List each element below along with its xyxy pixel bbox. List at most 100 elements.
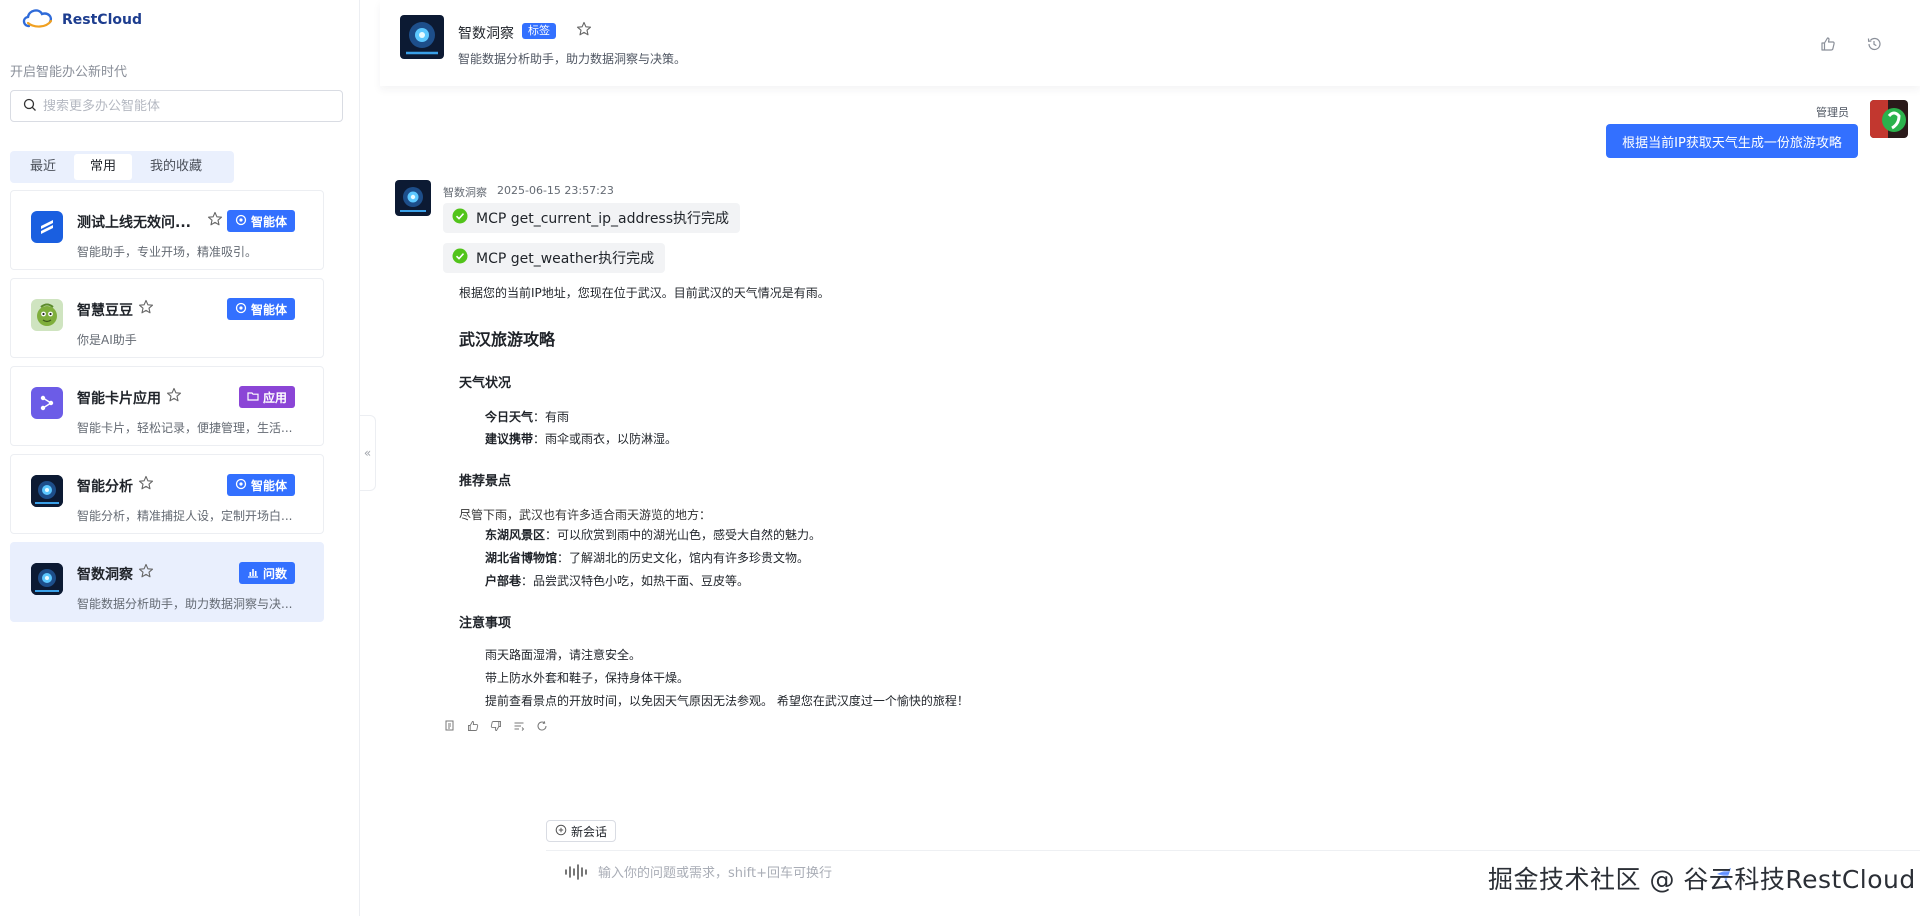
item-text: 品尝武汉特色小吃，如热干面、豆皮等。 [533, 574, 750, 588]
brand-name: RestCloud [62, 12, 142, 28]
agent-desc: 你是AI助手 [77, 333, 137, 347]
new-chat-button[interactable]: 新会话 [546, 820, 617, 842]
tool-call-status[interactable]: MCP get_current_ip_address执行完成 [443, 203, 741, 233]
star-icon[interactable] [207, 211, 223, 231]
sidebar-collapse-button[interactable]: « [360, 415, 376, 491]
list-item: 东湖风景区：可以欣赏到雨中的湖光山色，感受大自然的魅力。 [485, 528, 822, 542]
bot-avatar [395, 180, 431, 216]
thumbs-up-icon[interactable] [1820, 36, 1836, 56]
check-circle-icon [452, 208, 468, 228]
item-text: 雨伞或雨衣，以防淋湿。 [545, 432, 678, 446]
agent-card[interactable]: 智慧豆豆 智能体 你是AI助手 [10, 278, 324, 358]
message-timestamp: 2025-06-15 23:57:23 [497, 184, 614, 197]
agent-list: 测试上线无效问... 智能体 智能助手，专业开场，精准吸引。 智慧豆豆 智能体 … [10, 190, 324, 630]
agent-type-badge: 应用 [238, 386, 295, 408]
cloud-logo-icon [20, 6, 56, 34]
agent-type-label: 智能体 [250, 302, 287, 317]
sidebar: RestCloud 开启智能办公新时代 最近 常用 我的收藏 测试上线无效问..… [0, 0, 360, 916]
chat-plus-icon [555, 824, 567, 839]
agent-type-icon [235, 214, 247, 229]
search-box [10, 90, 343, 122]
tab-favorites[interactable]: 我的收藏 [134, 154, 218, 180]
reply-title: 武汉旅游攻略 [459, 330, 556, 349]
refresh-icon[interactable] [535, 719, 549, 733]
list-item: 建议携带：雨伞或雨衣，以防淋湿。 [485, 432, 678, 446]
agent-type-label: 问数 [262, 566, 287, 581]
star-icon[interactable] [576, 21, 592, 41]
bar-chart-icon [247, 566, 259, 581]
tab-frequent[interactable]: 常用 [74, 154, 133, 180]
agent-card[interactable]: 智数洞察 问数 智能数据分析助手，助力数据洞察与决... [10, 542, 324, 622]
bean-avatar-icon [31, 299, 63, 331]
message-actions [443, 719, 549, 733]
star-icon[interactable] [138, 299, 154, 319]
agent-type-label: 智能体 [250, 214, 287, 229]
tab-recent[interactable]: 最近 [14, 154, 72, 180]
agent-type-label: 智能体 [250, 478, 287, 493]
list-item: 带上防水外套和鞋子，保持身体干燥。 [485, 671, 690, 685]
agent-type-label: 应用 [262, 390, 287, 405]
item-label: 户部巷 [485, 574, 522, 588]
chat-input[interactable] [598, 866, 1398, 881]
tool-call-label: MCP get_weather执行完成 [476, 251, 655, 267]
list-item: 今日天气：有雨 [485, 410, 570, 424]
agent-type-badge: 智能体 [226, 474, 295, 496]
agent-avatar [400, 15, 444, 59]
agent-card[interactable]: 测试上线无效问... 智能体 智能助手，专业开场，精准吸引。 [10, 190, 324, 270]
item-text: 了解湖北的历史文化，馆内有许多珍贵文物。 [569, 551, 810, 565]
search-input[interactable] [43, 98, 323, 114]
thumbs-down-icon[interactable] [489, 719, 503, 733]
spots-intro: 尽管下雨，武汉也有许多适合雨天游览的地方： [459, 508, 712, 522]
voice-wave-icon[interactable] [564, 863, 588, 884]
star-icon[interactable] [138, 563, 154, 583]
item-text: 有雨 [545, 410, 570, 424]
list-icon[interactable] [512, 719, 526, 733]
agent-title: 智数洞察 [77, 567, 133, 583]
check-circle-icon [452, 248, 468, 268]
agent-type-icon [235, 302, 247, 317]
brand[interactable]: RestCloud [20, 6, 142, 34]
agent-title: 智能卡片应用 [77, 391, 161, 407]
star-icon[interactable] [138, 475, 154, 495]
item-label: 建议携带 [485, 432, 534, 446]
app-root: RestCloud 开启智能办公新时代 最近 常用 我的收藏 测试上线无效问..… [0, 0, 1920, 916]
copy-icon[interactable] [443, 719, 457, 733]
chevron-left-icon: « [363, 446, 372, 460]
user-name: 管理员 [1816, 106, 1849, 119]
list-item: 湖北省博物馆：了解湖北的历史文化，馆内有许多珍贵文物。 [485, 551, 810, 565]
list-item: 雨天路面湿滑，请注意安全。 [485, 648, 642, 662]
sidebar-slogan: 开启智能办公新时代 [10, 65, 128, 80]
thumbs-up-icon[interactable] [466, 719, 480, 733]
agent-desc: 智能数据分析助手，助力数据洞察与决... [77, 597, 293, 611]
item-label: 湖北省博物馆 [485, 551, 558, 565]
agent-type-badge: 智能体 [226, 210, 295, 232]
agent-type-icon [235, 478, 247, 493]
weather-heading: 天气状况 [459, 376, 512, 391]
item-label: 今日天气 [485, 410, 534, 424]
history-icon[interactable] [1866, 36, 1882, 56]
app-hub-icon [31, 387, 63, 419]
list-item: 提前查看景点的开放时间，以免因天气原因无法参观。 希望您在武汉度过一个愉快的旅程… [485, 694, 969, 708]
chat-header: 智数洞察 标签 智能数据分析助手，助力数据洞察与决策。 [380, 0, 1920, 86]
stack-logo-icon [31, 211, 63, 243]
search-icon [23, 97, 37, 116]
user-message-bubble: 根据当前IP获取天气生成一份旅游攻略 [1606, 124, 1858, 158]
list-item: 户部巷：品尝武汉特色小吃，如热干面、豆皮等。 [485, 574, 750, 588]
agent-type-badge: 问数 [238, 562, 295, 584]
reply-intro: 根据您的当前IP地址，您现在位于武汉。目前武汉的天气情况是有雨。 [459, 286, 830, 300]
agent-desc: 智能卡片，轻松记录，便捷管理，生活... [77, 421, 293, 435]
agent-card[interactable]: 智能分析 智能体 智能分析，精准捕捉人设，定制开场白... [10, 454, 324, 534]
watermark: 掘金技术社区 @ 谷云科技RestCloud [1488, 865, 1916, 894]
notes-heading: 注意事项 [459, 616, 512, 631]
spots-heading: 推荐景点 [459, 474, 512, 489]
agent-desc: 智能助手，专业开场，精准吸引。 [77, 245, 258, 259]
agent-card[interactable]: 智能卡片应用 应用 智能卡片，轻松记录，便捷管理，生活... [10, 366, 324, 446]
agent-name: 智数洞察 [458, 26, 514, 42]
agent-title: 智慧豆豆 [77, 303, 133, 319]
agent-desc: 智能分析，精准捕捉人设，定制开场白... [77, 509, 293, 523]
star-icon[interactable] [166, 387, 182, 407]
folder-icon [247, 390, 259, 405]
agent-description: 智能数据分析助手，助力数据洞察与决策。 [458, 52, 687, 66]
tool-call-status[interactable]: MCP get_weather执行完成 [443, 243, 666, 273]
agent-title: 智能分析 [77, 479, 133, 495]
